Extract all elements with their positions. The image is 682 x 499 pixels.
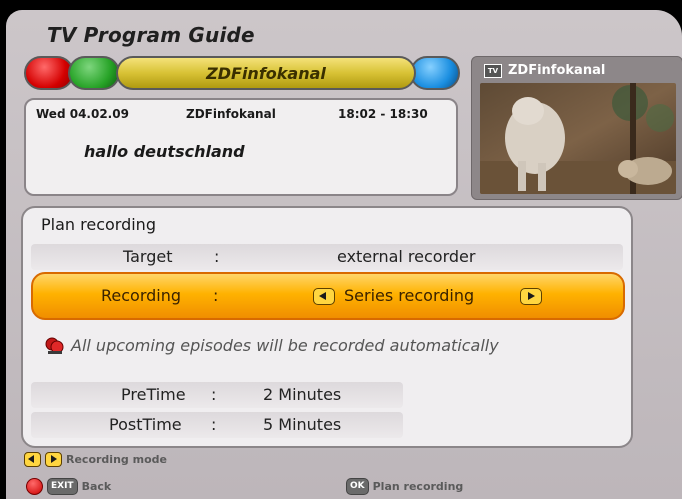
program-time: 18:02 - 18:30 (338, 107, 428, 121)
plan-recording-hint[interactable]: OK Plan recording (346, 478, 463, 495)
video-frame-image (480, 83, 676, 194)
screen: TV Program Guide ZDFinfokanal Wed 04.02.… (0, 0, 682, 499)
recording-separator: : (213, 286, 219, 305)
series-notice: All upcoming episodes will be recorded a… (45, 336, 499, 355)
posttime-label: PostTime (109, 415, 182, 434)
exit-key-icon: EXIT (47, 478, 78, 495)
pretime-separator: : (211, 385, 217, 404)
ok-key-icon: OK (346, 478, 369, 495)
recording-value: Series recording (344, 286, 475, 305)
plan-recording-panel: Plan recording Target : external recorde… (21, 206, 633, 448)
notice-text: All upcoming episodes will be recorded a… (71, 336, 499, 355)
recording-mode-label: Recording mode (66, 453, 167, 466)
channel-selector[interactable]: ZDFinfokanal (116, 56, 416, 90)
channel-preview: TV ZDFinfokanal (471, 56, 682, 200)
target-row[interactable]: Target : external recorder (31, 244, 623, 270)
target-label: Target (123, 247, 173, 266)
red-dot-icon (26, 478, 43, 495)
yellow-right-key-icon (45, 452, 62, 467)
color-key-bar: ZDFinfokanal (24, 56, 460, 90)
back-hint[interactable]: EXIT Back (26, 478, 111, 495)
program-guide-panel: TV Program Guide ZDFinfokanal Wed 04.02.… (6, 10, 682, 499)
pretime-value: 2 Minutes (263, 385, 342, 404)
recording-mode-hint: Recording mode (24, 452, 167, 467)
program-info-box: Wed 04.02.09 ZDFinfokanal 18:02 - 18:30 … (24, 98, 458, 196)
target-separator: : (214, 247, 220, 266)
preview-channel: ZDFinfokanal (508, 63, 606, 78)
blue-key-button[interactable] (410, 56, 460, 90)
page-title: TV Program Guide (47, 23, 255, 47)
target-value: external recorder (337, 247, 476, 266)
posttime-separator: : (211, 415, 217, 434)
recording-row[interactable]: Recording : Series recording (31, 272, 625, 320)
program-title: hallo deutschland (84, 142, 245, 161)
recording-label: Recording (101, 286, 182, 305)
pretime-row[interactable]: PreTime : 2 Minutes (31, 382, 403, 408)
posttime-row[interactable]: PostTime : 5 Minutes (31, 412, 403, 438)
preview-video (480, 83, 676, 194)
back-label: Back (81, 480, 112, 493)
green-key-button[interactable] (68, 56, 120, 90)
left-arrow-icon[interactable] (313, 288, 335, 305)
posttime-value: 5 Minutes (263, 415, 342, 434)
plan-recording-title: Plan recording (41, 215, 156, 234)
right-arrow-icon[interactable] (520, 288, 542, 305)
tv-icon: TV (484, 63, 502, 78)
series-recording-icon (45, 337, 64, 354)
yellow-left-key-icon (24, 452, 41, 467)
plan-recording-label: Plan recording (372, 480, 464, 493)
preview-header: TV ZDFinfokanal (484, 63, 605, 78)
program-channel: ZDFinfokanal (186, 107, 276, 121)
channel-name: ZDFinfokanal (206, 63, 326, 83)
program-date: Wed 04.02.09 (36, 107, 129, 121)
red-key-button[interactable] (24, 56, 74, 90)
pretime-label: PreTime (121, 385, 186, 404)
